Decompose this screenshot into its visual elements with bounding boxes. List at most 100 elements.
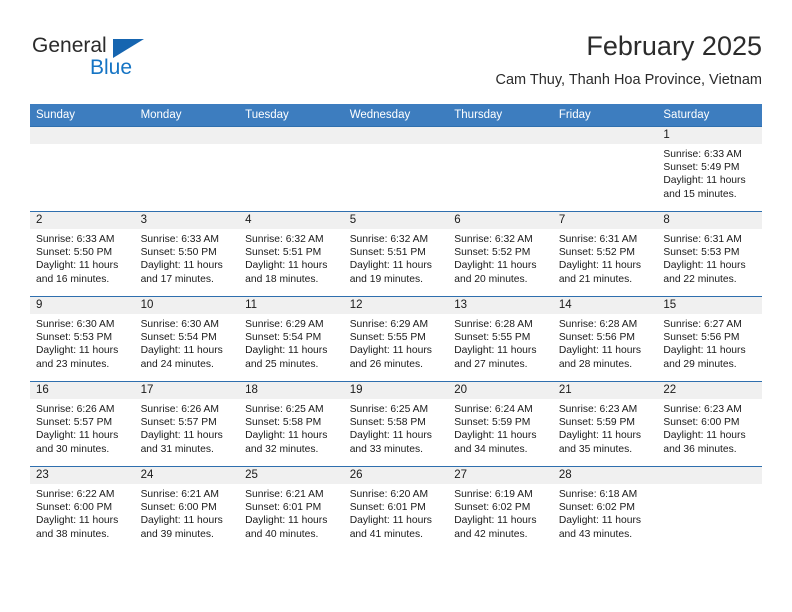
- day-number: [343, 127, 449, 144]
- sunrise-text: Sunrise: 6:33 AM: [663, 149, 742, 160]
- sunset-text: Sunset: 5:52 PM: [558, 247, 635, 259]
- sunrise-text: Sunrise: 6:32 AM: [245, 234, 324, 245]
- weekday-header-friday: Friday: [552, 104, 658, 127]
- calendar-day-cell[interactable]: 20 Sunrise: 6:24 AM Sunset: 5:59 PM Dayligh…: [448, 381, 553, 467]
- calendar-day-cell[interactable]: 27 Sunrise: 6:19 AM Sunset: 6:02 PM Dayligh…: [448, 466, 553, 551]
- day-box: 18 Sunrise: 6:25 AM Sunset: 5:58 PM Dayligh…: [239, 382, 344, 466]
- page-header: General Blue February 2025 Cam Thuy, Tha…: [30, 30, 762, 98]
- sunset-text: Sunset: 5:50 PM: [140, 247, 217, 259]
- calendar-day-cell[interactable]: 11 Sunrise: 6:29 AM Sunset: 5:54 PM Dayligh…: [239, 296, 344, 382]
- calendar-day-cell[interactable]: 16 Sunrise: 6:26 AM Sunset: 5:57 PM Dayligh…: [30, 381, 135, 467]
- day-details: Sunrise: 6:30 AM Sunset: 5:54 PM Daylight:…: [135, 314, 240, 371]
- day-details: [553, 144, 658, 148]
- day-number: [134, 127, 240, 144]
- sunset-text: Sunset: 6:00 PM: [36, 502, 113, 514]
- day-number: 7: [552, 212, 658, 229]
- day-box: 8 Sunrise: 6:31 AM Sunset: 5:53 PM Daylight…: [657, 212, 762, 296]
- sunrise-text: Sunrise: 6:33 AM: [36, 234, 115, 245]
- calendar-grid: Sunday Monday Tuesday Wednesday Thursday…: [30, 104, 762, 551]
- day-box: [134, 127, 240, 211]
- day-box: 20 Sunrise: 6:24 AM Sunset: 5:59 PM Dayligh…: [448, 382, 553, 466]
- day-number: 15: [657, 297, 762, 314]
- calendar-day-cell[interactable]: 24 Sunrise: 6:21 AM Sunset: 6:00 PM Dayligh…: [134, 466, 240, 551]
- calendar-day-cell: [239, 126, 344, 212]
- day-number: 6: [448, 212, 553, 229]
- day-box: 10 Sunrise: 6:30 AM Sunset: 5:54 PM Dayligh…: [134, 297, 240, 381]
- day-number: 26: [343, 467, 449, 484]
- sunrise-text: Sunrise: 6:32 AM: [349, 234, 429, 245]
- calendar-day-cell[interactable]: 9 Sunrise: 6:30 AM Sunset: 5:53 PM Daylight…: [30, 296, 135, 382]
- sunrise-text: Sunrise: 6:29 AM: [349, 319, 429, 330]
- day-number: 11: [239, 297, 344, 314]
- calendar-day-cell[interactable]: 4 Sunrise: 6:32 AM Sunset: 5:51 PM Daylight…: [239, 211, 344, 297]
- sunrise-text: Sunrise: 6:19 AM: [454, 489, 533, 500]
- calendar-day-cell: [552, 126, 658, 212]
- calendar-day-cell[interactable]: 1 Sunrise: 6:33 AM Sunset: 5:49 PM Daylight…: [657, 126, 762, 212]
- calendar-day-cell[interactable]: 12 Sunrise: 6:29 AM Sunset: 5:55 PM Dayligh…: [343, 296, 449, 382]
- calendar-week-row: 9 Sunrise: 6:30 AM Sunset: 5:53 PM Daylight…: [30, 296, 762, 382]
- sunset-text: Sunset: 5:52 PM: [454, 247, 531, 259]
- calendar-day-cell[interactable]: 15 Sunrise: 6:27 AM Sunset: 5:56 PM Dayligh…: [657, 296, 762, 382]
- day-number: 20: [448, 382, 553, 399]
- calendar-day-cell[interactable]: 28 Sunrise: 6:18 AM Sunset: 6:02 PM Dayligh…: [552, 466, 658, 551]
- day-number: 9: [30, 297, 135, 314]
- sunset-text: Sunset: 5:58 PM: [349, 417, 426, 429]
- daylight-text: Daylight: 11 hours and 17 minutes.: [140, 260, 223, 285]
- calendar-day-cell[interactable]: 5 Sunrise: 6:32 AM Sunset: 5:51 PM Daylight…: [343, 211, 449, 297]
- calendar-day-cell[interactable]: 10 Sunrise: 6:30 AM Sunset: 5:54 PM Dayligh…: [134, 296, 240, 382]
- sunset-text: Sunset: 5:49 PM: [663, 162, 740, 174]
- day-details: Sunrise: 6:32 AM Sunset: 5:51 PM Daylight:…: [344, 229, 449, 286]
- calendar-day-cell: [134, 126, 240, 212]
- sunset-text: Sunset: 5:56 PM: [663, 332, 740, 344]
- calendar-day-cell[interactable]: 21 Sunrise: 6:23 AM Sunset: 5:59 PM Dayligh…: [552, 381, 658, 467]
- day-details: Sunrise: 6:23 AM Sunset: 6:00 PM Daylight:…: [657, 399, 762, 456]
- sunrise-text: Sunrise: 6:29 AM: [245, 319, 324, 330]
- sunrise-text: Sunrise: 6:23 AM: [558, 404, 638, 415]
- calendar-day-cell[interactable]: 23 Sunrise: 6:22 AM Sunset: 6:00 PM Dayligh…: [30, 466, 135, 551]
- day-details: Sunrise: 6:26 AM Sunset: 5:57 PM Daylight:…: [135, 399, 240, 456]
- day-details: Sunrise: 6:33 AM Sunset: 5:50 PM Daylight:…: [135, 229, 240, 286]
- day-number: 1: [657, 127, 762, 144]
- day-number: 28: [552, 467, 658, 484]
- day-details: Sunrise: 6:28 AM Sunset: 5:56 PM Daylight:…: [553, 314, 658, 371]
- daylight-text: Daylight: 11 hours and 34 minutes.: [454, 430, 537, 455]
- calendar-day-cell[interactable]: 26 Sunrise: 6:20 AM Sunset: 6:01 PM Dayligh…: [343, 466, 449, 551]
- day-details: Sunrise: 6:31 AM Sunset: 5:52 PM Daylight:…: [553, 229, 658, 286]
- sunrise-text: Sunrise: 6:21 AM: [140, 489, 219, 500]
- calendar-day-cell[interactable]: 3 Sunrise: 6:33 AM Sunset: 5:50 PM Daylight…: [134, 211, 240, 297]
- day-number: 4: [239, 212, 344, 229]
- sunset-text: Sunset: 5:50 PM: [36, 247, 113, 259]
- day-box: 7 Sunrise: 6:31 AM Sunset: 5:52 PM Daylight…: [552, 212, 658, 296]
- day-box: 23 Sunrise: 6:22 AM Sunset: 6:00 PM Dayligh…: [30, 467, 135, 551]
- day-box: 6 Sunrise: 6:32 AM Sunset: 5:52 PM Daylight…: [448, 212, 553, 296]
- day-box: 16 Sunrise: 6:26 AM Sunset: 5:57 PM Dayligh…: [30, 382, 135, 466]
- day-details: [135, 144, 240, 148]
- day-box: 22 Sunrise: 6:23 AM Sunset: 6:00 PM Dayligh…: [657, 382, 762, 466]
- calendar-day-cell[interactable]: 2 Sunrise: 6:33 AM Sunset: 5:50 PM Daylight…: [30, 211, 135, 297]
- calendar-week-row: 23 Sunrise: 6:22 AM Sunset: 6:00 PM Dayligh…: [30, 466, 762, 551]
- calendar-day-cell[interactable]: 13 Sunrise: 6:28 AM Sunset: 5:55 PM Dayligh…: [448, 296, 553, 382]
- generalblue-logo[interactable]: General Blue: [32, 34, 232, 90]
- day-box: 4 Sunrise: 6:32 AM Sunset: 5:51 PM Daylight…: [239, 212, 344, 296]
- calendar-day-cell[interactable]: 8 Sunrise: 6:31 AM Sunset: 5:53 PM Daylight…: [657, 211, 762, 297]
- day-box: [239, 127, 344, 211]
- day-box: 5 Sunrise: 6:32 AM Sunset: 5:51 PM Daylight…: [343, 212, 449, 296]
- calendar-day-cell[interactable]: 18 Sunrise: 6:25 AM Sunset: 5:58 PM Dayligh…: [239, 381, 344, 467]
- sunset-text: Sunset: 5:51 PM: [245, 247, 322, 259]
- day-box: 24 Sunrise: 6:21 AM Sunset: 6:00 PM Dayligh…: [134, 467, 240, 551]
- title-block: February 2025 Cam Thuy, Thanh Hoa Provin…: [495, 30, 762, 90]
- calendar-week-row: 2 Sunrise: 6:33 AM Sunset: 5:50 PM Daylight…: [30, 211, 762, 297]
- calendar-day-cell[interactable]: 7 Sunrise: 6:31 AM Sunset: 5:52 PM Daylight…: [552, 211, 658, 297]
- calendar-day-cell[interactable]: 6 Sunrise: 6:32 AM Sunset: 5:52 PM Daylight…: [448, 211, 553, 297]
- calendar-day-cell[interactable]: 17 Sunrise: 6:26 AM Sunset: 5:57 PM Dayligh…: [134, 381, 240, 467]
- day-box: 1 Sunrise: 6:33 AM Sunset: 5:49 PM Daylight…: [657, 127, 762, 211]
- day-number: 5: [343, 212, 449, 229]
- calendar-day-cell[interactable]: 14 Sunrise: 6:28 AM Sunset: 5:56 PM Dayligh…: [552, 296, 658, 382]
- calendar-day-cell[interactable]: 25 Sunrise: 6:21 AM Sunset: 6:01 PM Dayligh…: [239, 466, 344, 551]
- day-details: [239, 144, 344, 148]
- sunset-text: Sunset: 6:01 PM: [349, 502, 426, 514]
- day-number: 14: [552, 297, 658, 314]
- calendar-day-cell[interactable]: 19 Sunrise: 6:25 AM Sunset: 5:58 PM Dayligh…: [343, 381, 449, 467]
- sunset-text: Sunset: 5:59 PM: [558, 417, 635, 429]
- calendar-day-cell[interactable]: 22 Sunrise: 6:23 AM Sunset: 6:00 PM Dayligh…: [657, 381, 762, 467]
